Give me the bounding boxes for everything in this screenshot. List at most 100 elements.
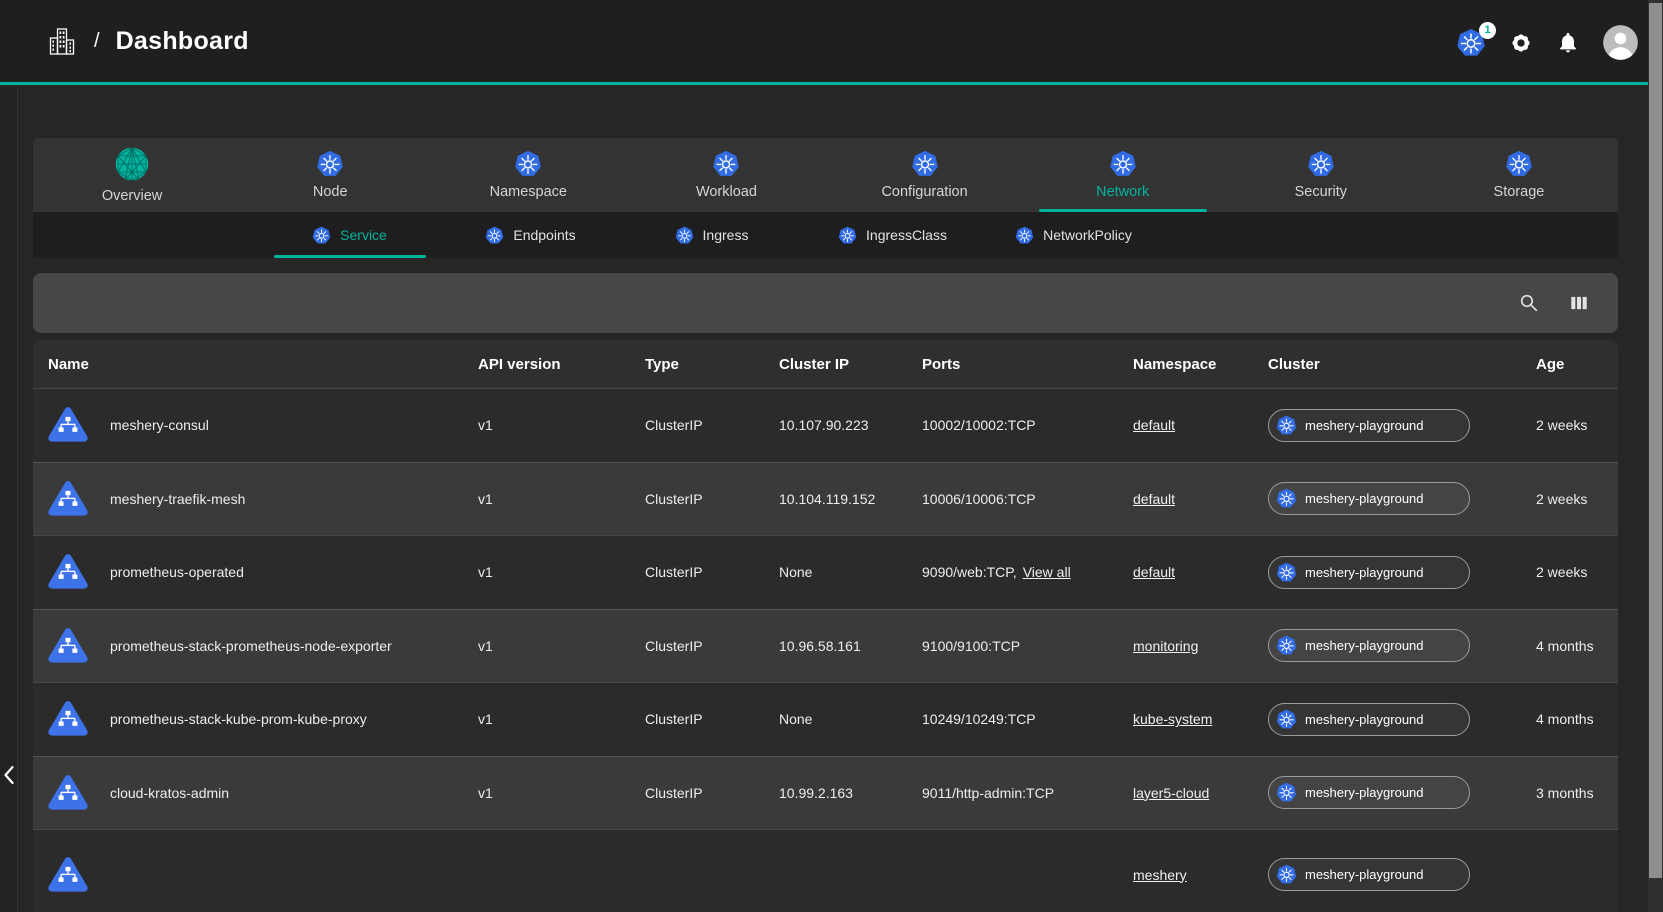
cluster-chip-label: meshery-playground	[1305, 867, 1424, 882]
ports-cell: 9011/http-admin:TCP	[922, 785, 1133, 801]
table-row: meshery-consul v1 ClusterIP 10.107.90.22…	[33, 388, 1618, 462]
namespace-cell: layer5-cloud	[1133, 785, 1268, 801]
namespace-link[interactable]: default	[1133, 491, 1175, 507]
column-header-type[interactable]: Type	[645, 356, 779, 373]
column-header-api-version[interactable]: API version	[478, 356, 645, 373]
subtab-label: Ingress	[703, 227, 749, 243]
selected-subtab-indicator	[274, 255, 426, 258]
namespace-cell: default	[1133, 491, 1268, 507]
kubernetes-icon	[712, 150, 740, 178]
ports-text: 9090/web:TCP,	[922, 564, 1017, 580]
tab-overview[interactable]: Overview	[33, 138, 231, 212]
subtab-service[interactable]: Service	[259, 212, 440, 258]
meshery-logo-icon	[114, 146, 150, 182]
service-name: prometheus-stack-kube-prom-kube-proxy	[110, 711, 367, 727]
cluster-chip-label: meshery-playground	[1305, 638, 1424, 653]
ports-text: 10002/10002:TCP	[922, 417, 1036, 433]
namespace-link[interactable]: kube-system	[1133, 711, 1212, 727]
ports-cell: 10249/10249:TCP	[922, 711, 1133, 727]
column-header-cluster-ip[interactable]: Cluster IP	[779, 356, 922, 373]
tab-label: Overview	[102, 188, 162, 204]
column-header-cluster[interactable]: Cluster	[1268, 356, 1536, 373]
cluster-chip[interactable]: meshery-playground	[1268, 556, 1470, 589]
type-cell: ClusterIP	[645, 785, 779, 801]
scrollbar-thumb[interactable]	[1649, 3, 1662, 878]
notifications-bell-icon[interactable]	[1556, 31, 1580, 55]
ports-text: 10006/10006:TCP	[922, 491, 1036, 507]
kubernetes-icon	[675, 226, 694, 245]
cluster-chip[interactable]: meshery-playground	[1268, 776, 1470, 809]
cluster-chip-label: meshery-playground	[1305, 491, 1424, 506]
namespace-cell: default	[1133, 417, 1268, 433]
api-version-cell: v1	[478, 417, 645, 433]
search-icon[interactable]	[1516, 290, 1542, 316]
subtab-label: IngressClass	[866, 227, 947, 243]
cluster-cell: meshery-playground	[1268, 703, 1536, 736]
cluster-chip[interactable]: meshery-playground	[1268, 629, 1470, 662]
namespace-link[interactable]: default	[1133, 564, 1175, 580]
tab-workload[interactable]: Workload	[627, 138, 825, 212]
ports-cell: 9100/9100:TCP	[922, 638, 1133, 654]
namespace-cell: default	[1133, 564, 1268, 580]
cluster-chip[interactable]: meshery-playground	[1268, 703, 1470, 736]
kubernetes-icon	[838, 226, 857, 245]
services-table: NameAPI versionTypeCluster IPPortsNamesp…	[33, 340, 1618, 912]
cluster-ip-cell: 10.96.58.161	[779, 638, 922, 654]
service-name: prometheus-operated	[110, 564, 244, 580]
tab-storage[interactable]: Storage	[1420, 138, 1618, 212]
namespace-link[interactable]: meshery	[1133, 867, 1187, 883]
namespace-link[interactable]: layer5-cloud	[1133, 785, 1209, 801]
type-cell: ClusterIP	[645, 417, 779, 433]
tab-label: Network	[1096, 184, 1149, 200]
kubernetes-icon	[1276, 864, 1297, 885]
namespace-link[interactable]: monitoring	[1133, 638, 1198, 654]
column-header-name[interactable]: Name	[33, 356, 478, 373]
cluster-chip[interactable]: meshery-playground	[1268, 409, 1470, 442]
tab-namespace[interactable]: Namespace	[429, 138, 627, 212]
column-header-namespace[interactable]: Namespace	[1133, 356, 1268, 373]
name-cell: meshery-consul	[33, 405, 478, 445]
tab-network[interactable]: Network	[1024, 138, 1222, 212]
namespace-cell: monitoring	[1133, 638, 1268, 654]
table-body: meshery-consul v1 ClusterIP 10.107.90.22…	[33, 388, 1618, 912]
subtab-networkpolicy[interactable]: NetworkPolicy	[983, 212, 1164, 258]
breadcrumb: / Dashboard	[0, 23, 249, 59]
kubernetes-service-icon	[48, 552, 88, 592]
user-avatar[interactable]	[1602, 24, 1639, 61]
view-columns-icon[interactable]	[1566, 290, 1592, 316]
chevron-left-icon[interactable]	[1, 760, 17, 790]
tab-security[interactable]: Security	[1222, 138, 1420, 212]
cluster-chip-label: meshery-playground	[1305, 418, 1424, 433]
subtab-ingress[interactable]: Ingress	[621, 212, 802, 258]
kubernetes-icon	[911, 150, 939, 178]
cluster-ip-cell: 10.107.90.223	[779, 417, 922, 433]
settings-gear-icon[interactable]	[1508, 30, 1534, 56]
kubernetes-icon	[1015, 226, 1034, 245]
age-cell: 2 weeks	[1536, 491, 1618, 507]
view-all-link[interactable]: View all	[1023, 564, 1071, 580]
cluster-cell: meshery-playground	[1268, 482, 1536, 515]
column-header-ports[interactable]: Ports	[922, 356, 1133, 373]
tab-node[interactable]: Node	[231, 138, 429, 212]
cluster-chip-label: meshery-playground	[1305, 785, 1424, 800]
cluster-count-badge: 1	[1479, 22, 1496, 39]
kubernetes-cluster-icon[interactable]: 1	[1456, 28, 1486, 58]
subtab-ingressclass[interactable]: IngressClass	[802, 212, 983, 258]
kubernetes-icon	[1276, 415, 1297, 436]
tab-configuration[interactable]: Configuration	[826, 138, 1024, 212]
name-cell: prometheus-operated	[33, 552, 478, 592]
ports-text: 9011/http-admin:TCP	[922, 785, 1054, 801]
kubernetes-icon	[1276, 488, 1297, 509]
name-cell	[33, 855, 478, 895]
cluster-chip[interactable]: meshery-playground	[1268, 482, 1470, 515]
table-row: meshery meshery-playground	[33, 829, 1618, 912]
kubernetes-service-icon	[48, 405, 88, 445]
subtab-endpoints[interactable]: Endpoints	[440, 212, 621, 258]
kubernetes-icon	[316, 150, 344, 178]
header-actions: 1	[1456, 0, 1639, 85]
building-icon[interactable]	[46, 23, 78, 59]
namespace-link[interactable]: default	[1133, 417, 1175, 433]
ports-text: 9100/9100:TCP	[922, 638, 1020, 654]
column-header-age[interactable]: Age	[1536, 356, 1618, 373]
cluster-chip[interactable]: meshery-playground	[1268, 858, 1470, 891]
